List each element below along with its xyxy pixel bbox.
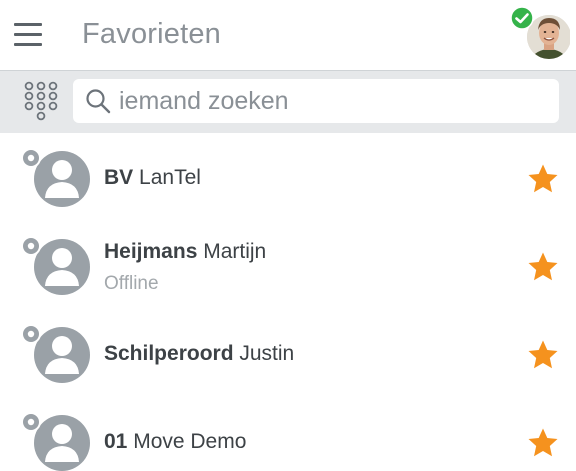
- contact-last-name: Heijmans: [104, 240, 198, 263]
- favorite-star-icon[interactable]: [527, 163, 559, 195]
- contact-first-name: Martijn: [203, 240, 267, 263]
- page-title: Favorieten: [82, 18, 222, 50]
- favorite-star-icon[interactable]: [527, 339, 559, 371]
- contact-last-name: BV: [104, 166, 134, 189]
- contact-first-name: Justin: [239, 342, 295, 365]
- contact-row[interactable]: 01 Move Demo: [0, 397, 576, 471]
- contact-last-name: 01: [104, 430, 128, 453]
- favorite-star-icon[interactable]: [527, 427, 559, 459]
- contact-status: Offline: [104, 273, 159, 294]
- contact-name: BV LanTel: [104, 166, 201, 190]
- contact-row[interactable]: BV LanTel: [0, 133, 576, 221]
- contact-name: 01 Move Demo: [104, 430, 246, 454]
- contact-first-name: LanTel: [139, 166, 201, 189]
- contact-avatar-icon: [21, 148, 90, 207]
- hamburger-menu-icon[interactable]: [14, 23, 42, 47]
- contact-row[interactable]: Schilperoord Justin: [0, 309, 576, 397]
- contact-last-name: Schilperoord: [104, 342, 234, 365]
- favorite-star-icon[interactable]: [527, 251, 559, 283]
- top-bar: Favorieten: [0, 0, 576, 71]
- online-status-icon: [510, 6, 534, 30]
- online-status-dot: [510, 6, 534, 30]
- search-input[interactable]: [119, 79, 549, 123]
- contact-row[interactable]: Heijmans Martijn Offline: [0, 221, 576, 309]
- contact-name: Heijmans Martijn: [104, 240, 266, 264]
- dialpad-icon[interactable]: [22, 80, 62, 124]
- contact-avatar-icon: [21, 324, 90, 383]
- contact-name: Schilperoord Justin: [104, 342, 294, 366]
- favorites-list: BV LanTel Heijmans Martijn Offline Schil…: [0, 133, 576, 471]
- search-field[interactable]: [73, 79, 559, 123]
- contact-first-name: Move Demo: [133, 430, 247, 453]
- app-window: Favorieten iemand zoeken BV LanTel Heijm…: [0, 0, 576, 471]
- contact-avatar-icon: [21, 236, 90, 295]
- search-icon: [86, 89, 111, 114]
- contact-avatar-icon: [21, 412, 90, 471]
- own-profile-avatar[interactable]: [510, 6, 570, 64]
